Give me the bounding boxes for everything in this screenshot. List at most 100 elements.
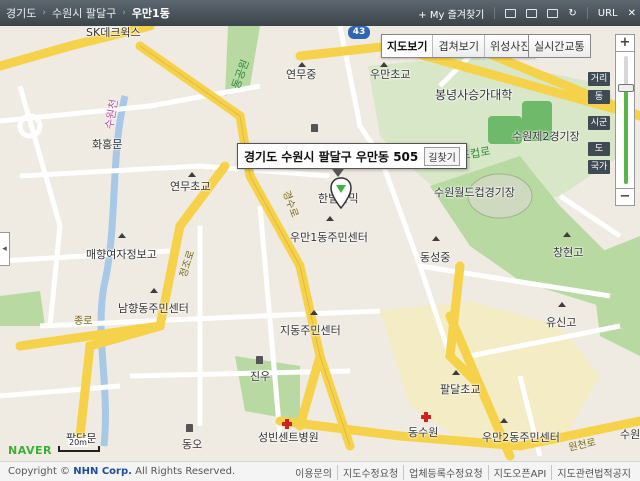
breadcrumb-province[interactable]: 경기도 — [6, 5, 36, 21]
map-label: SK데크윅스 — [86, 26, 141, 39]
map-label: 성빈센트병원 — [258, 431, 319, 444]
realtime-traffic-button[interactable]: 실시간교통 — [528, 34, 591, 58]
side-panel-toggle[interactable]: ◂ — [0, 232, 10, 266]
footer-link-inquiry[interactable]: 이용문의 — [290, 465, 337, 480]
office-icon — [310, 310, 318, 315]
office-icon — [326, 216, 334, 221]
building-icon — [186, 424, 193, 432]
print-icon — [505, 8, 517, 18]
copyright: Copyright © NHN Corp. All Rights Reserve… — [0, 466, 235, 477]
tab-overlay-view[interactable]: 겹쳐보기 — [433, 35, 485, 57]
map-label: 진우 — [250, 370, 271, 383]
zoom-level-street[interactable]: 거리 — [588, 72, 610, 86]
breadcrumb: 경기도 › 수원시 팔달구 › 우만1동 — [0, 5, 170, 21]
copyright-company[interactable]: NHN Corp. — [73, 466, 132, 477]
address-popup: 경기도 수원시 팔달구 우만동 505 길찾기 — [237, 143, 467, 169]
zoom-slider[interactable] — [615, 52, 635, 188]
close-icon: ✕ — [627, 7, 636, 19]
directions-button[interactable]: 길찾기 — [424, 146, 460, 166]
popup-address: 경기도 수원시 팔달구 우만동 505 — [244, 149, 419, 164]
footer-links: 이용문의 지도수정요청 업체등록수정요청 지도오픈API 지도관련법적공지 — [290, 462, 636, 481]
save-icon — [526, 8, 538, 18]
map-canvas[interactable]: SK데크윅스 동공원 연무중 우만초교 봉녕사승가대학 수원제2경기장 월드컵로… — [0, 26, 640, 461]
road-label: 종로 — [74, 316, 93, 327]
close-button[interactable]: ✕ — [628, 8, 636, 19]
route-shield: 43 — [348, 26, 370, 39]
zoom-handle[interactable] — [618, 84, 634, 92]
school-icon — [452, 370, 460, 375]
refresh-icon: ↻ — [568, 7, 577, 19]
zoom-level-province[interactable]: 도 — [588, 142, 610, 156]
map-label: 화홍문 — [92, 138, 123, 151]
school-icon — [380, 62, 388, 67]
map-label: 유신고 — [546, 316, 577, 329]
map-label: 우만초교 — [370, 68, 411, 81]
location-marker-icon[interactable] — [330, 177, 352, 209]
map-label: 동성중 — [420, 251, 451, 264]
school-icon — [188, 172, 196, 177]
scale-bar: 20m — [58, 438, 100, 452]
map-label: 연무초교 — [170, 180, 211, 193]
map-label: 창현고 — [553, 246, 584, 259]
map-label: 봉녕사승가대학 — [435, 88, 513, 102]
footer-link-map-edit[interactable]: 지도수정요청 — [336, 464, 403, 480]
breadcrumb-district[interactable]: 수원시 팔달구 — [52, 5, 116, 21]
park-area — [0, 291, 45, 326]
breadcrumb-current[interactable]: 우만1동 — [132, 5, 170, 21]
office-icon — [500, 418, 508, 423]
toolbar: + My 즐겨찾기 ↻ URL ✕ — [418, 0, 636, 26]
ruler-icon — [547, 8, 559, 18]
zoom-level-dong[interactable]: 동 — [588, 90, 610, 104]
map-type-selector: 지도보기 겹쳐보기 위성사진 — [381, 34, 537, 58]
print-button[interactable] — [505, 8, 517, 18]
refresh-button[interactable]: ↻ — [568, 8, 576, 19]
school-icon — [298, 62, 306, 67]
office-icon — [150, 288, 158, 293]
school-icon — [118, 233, 126, 238]
favorite-button[interactable]: + My 즐겨찾기 — [418, 6, 484, 21]
map-label: 수원 — [620, 428, 640, 441]
footer-link-open-api[interactable]: 지도오픈API — [487, 464, 552, 480]
school-icon — [432, 236, 440, 241]
map-label: 우만1동주민센터 — [290, 231, 368, 244]
url-button[interactable]: URL — [598, 8, 618, 19]
zoom-out-button[interactable]: − — [615, 188, 635, 206]
toolbar-divider — [586, 7, 588, 19]
map-label: 매향여자정보고 — [86, 248, 157, 261]
building-icon — [256, 356, 263, 364]
breadcrumb-separator: › — [42, 8, 46, 18]
hospital-icon — [282, 419, 292, 429]
save-button[interactable] — [526, 8, 538, 18]
copyright-suffix: All Rights Reserved. — [131, 466, 236, 477]
zoom-in-button[interactable]: + — [615, 34, 635, 52]
map-label: 팔달초교 — [440, 383, 481, 396]
footer-link-legal[interactable]: 지도관련법적공지 — [551, 464, 636, 480]
scale-label: 20m — [68, 438, 88, 447]
zoom-fill — [624, 88, 628, 184]
map-label: 동수원 — [408, 426, 439, 439]
footer-link-business-edit[interactable]: 업체등록수정요청 — [403, 464, 488, 480]
map-label: 우만2동주민센터 — [482, 431, 560, 444]
map-label: 남향동주민센터 — [118, 302, 189, 315]
breadcrumb-separator: › — [122, 8, 126, 18]
hospital-icon — [421, 412, 431, 422]
map-label: 수원제2경기장 — [512, 130, 580, 143]
favorite-label: + My 즐겨찾기 — [418, 9, 485, 21]
zoom-control: + − — [615, 34, 637, 206]
url-label: URL — [597, 7, 618, 19]
school-icon — [563, 232, 571, 237]
measure-button[interactable] — [547, 8, 559, 18]
copyright-prefix: Copyright © — [8, 466, 74, 477]
tab-map-view[interactable]: 지도보기 — [382, 35, 434, 57]
toolbar-divider — [494, 7, 496, 19]
zoom-level-city[interactable]: 시군 — [588, 116, 610, 130]
popup-tail — [332, 169, 344, 177]
zoom-level-country[interactable]: 국가 — [588, 160, 610, 174]
map-label: 동오 — [182, 438, 203, 451]
map-label: 수원월드컵경기장 — [434, 186, 515, 199]
school-icon — [558, 302, 566, 307]
naver-logo: NAVER — [8, 444, 52, 457]
map-label: 연무중 — [286, 68, 317, 81]
map-label: 지동주민센터 — [280, 324, 341, 337]
top-bar: 경기도 › 수원시 팔달구 › 우만1동 + My 즐겨찾기 ↻ URL ✕ — [0, 0, 640, 26]
